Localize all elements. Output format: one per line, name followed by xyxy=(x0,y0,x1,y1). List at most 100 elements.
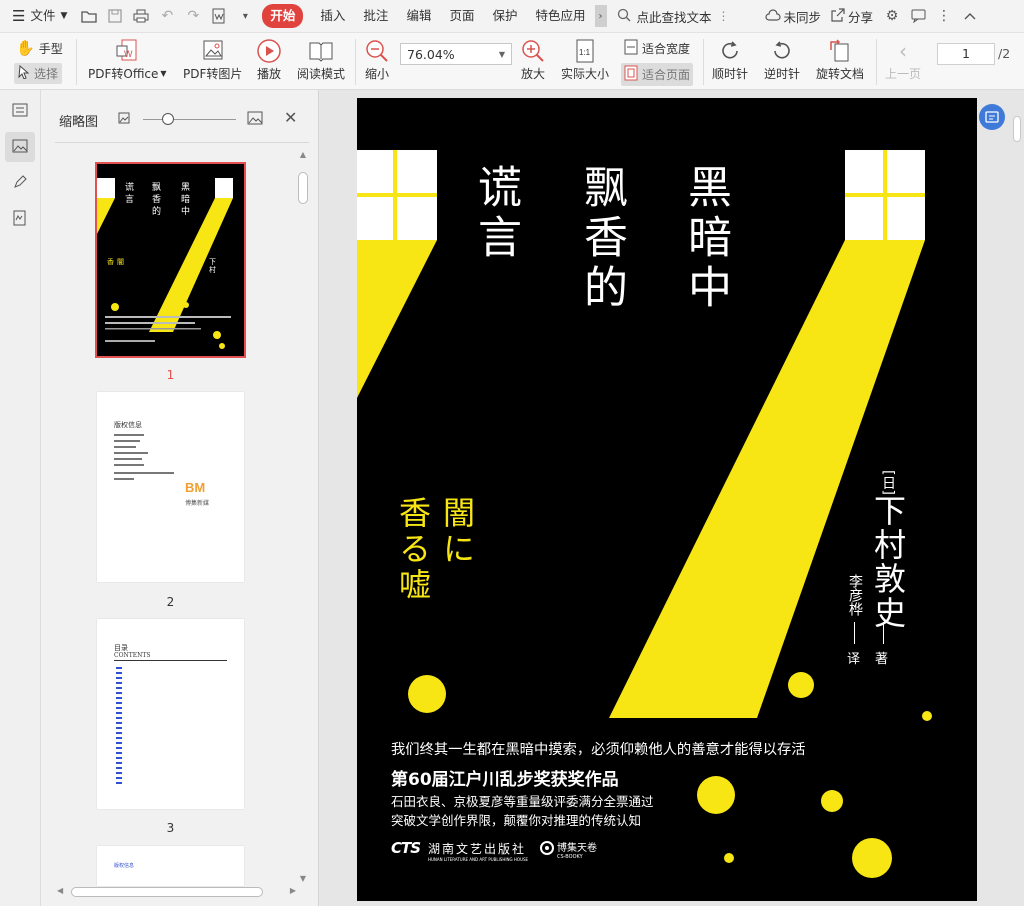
thumbnail-heading: 版权信息 xyxy=(114,421,142,429)
small-image-icon xyxy=(118,112,130,127)
scroll-up-icon[interactable]: ▲ xyxy=(296,150,310,159)
publisher-booky-logo: 博集天卷 CS-BOOKY xyxy=(540,839,597,860)
print-icon[interactable] xyxy=(128,4,154,28)
read-mode-button[interactable]: 阅读模式 xyxy=(297,37,345,82)
save-icon[interactable] xyxy=(102,4,128,28)
collapse-ribbon-icon[interactable] xyxy=(957,4,983,28)
ribbon-toolbar: ✋ 手型 选择 W PDF转Office ▼ PDF转图片 播放 阅读模式 缩小… xyxy=(0,33,1024,90)
rotate-document-button[interactable]: 旋转文档 xyxy=(816,37,864,82)
undo-icon[interactable]: ↶ xyxy=(154,4,180,28)
thumbnail-size-slider[interactable] xyxy=(143,119,236,120)
more-vertical-icon[interactable]: ⋮ xyxy=(718,9,730,23)
divider xyxy=(76,39,77,85)
cover-page: 黑暗中 飘香的 谎言 闇に 香る嘘 [日] 下村敦史 著 李彦桦 译 我们终其一… xyxy=(357,98,977,901)
tab-page[interactable]: 页面 xyxy=(440,4,483,28)
scroll-thumb[interactable] xyxy=(1013,116,1021,142)
select-tool-button[interactable]: 选择 xyxy=(14,63,63,84)
scroll-right-icon[interactable]: ▶ xyxy=(290,886,296,895)
tab-start[interactable]: 开始 xyxy=(262,4,304,28)
page-thumbnail-1[interactable]: 黑 暗 中 飘 香 的 谎 言 闇 香 下 村 xyxy=(95,162,246,358)
page-thumbnail-2[interactable]: 版权信息 BM 博集新媒 xyxy=(97,392,244,582)
tab-insert[interactable]: 插入 xyxy=(311,4,354,28)
hand-tool-button[interactable]: ✋ 手型 xyxy=(16,39,63,57)
menu-bar: ☰ 文件 ▼ ↶ ↷ ▾ 开始 插入 批注 编辑 页面 保护 特色应用 › 点此… xyxy=(0,0,1024,33)
award-headline: 第60届江户川乱步奖获奖作品 xyxy=(391,770,619,790)
settings-gear-icon[interactable]: ⚙ xyxy=(879,4,905,28)
sync-button[interactable]: 未同步 xyxy=(764,7,821,26)
svg-text:下: 下 xyxy=(209,258,216,266)
zoom-in-button[interactable]: 放大 xyxy=(520,37,546,82)
svg-text:的: 的 xyxy=(152,205,161,217)
scroll-left-icon[interactable]: ◀ xyxy=(57,886,63,895)
thumbnail-button[interactable] xyxy=(5,132,35,162)
svg-text:飘: 飘 xyxy=(152,182,161,193)
pdf-to-office-button[interactable]: W PDF转Office ▼ xyxy=(88,37,167,82)
play-button[interactable]: 播放 xyxy=(256,37,282,82)
thumbnail-panel: 缩略图 ✕ 黑 暗 中 飘 香 的 谎 言 闇 香 下 村 1 版权信息 BM … xyxy=(41,90,319,906)
horizontal-scrollbar[interactable]: ◀ ▶ xyxy=(53,885,298,899)
fit-width-button[interactable]: 适合宽度 xyxy=(624,39,690,58)
svg-text:W: W xyxy=(124,49,133,59)
japanese-title-line-2: 香る嘘 xyxy=(394,496,432,604)
scroll-thumb[interactable] xyxy=(298,172,308,204)
zoom-in-icon xyxy=(520,37,546,65)
more-vertical-icon[interactable]: ⋮ xyxy=(931,4,957,28)
slider-handle[interactable] xyxy=(162,113,174,125)
annotation-button[interactable] xyxy=(5,168,35,198)
document-scrollbar[interactable] xyxy=(1010,92,1024,906)
pdf-to-image-button[interactable]: PDF转图片 xyxy=(183,37,242,82)
tab-annotate[interactable]: 批注 xyxy=(354,4,397,28)
translator-role: 译 xyxy=(847,652,861,667)
previous-page-button[interactable]: ‹ 上一页 xyxy=(885,37,921,82)
page-thumbnail-3[interactable]: 目录 CONTENTS xyxy=(97,619,244,809)
hand-icon: ✋ xyxy=(16,39,35,57)
page-number-label-1: 1 xyxy=(166,368,175,382)
signature-button[interactable] xyxy=(5,204,35,234)
outline-button[interactable] xyxy=(5,96,35,126)
scroll-thumb-horizontal[interactable] xyxy=(71,887,263,897)
cover-tagline: 我们终其一生都在黑暗中摸索，必须仰赖他人的善意才能得以存活 xyxy=(391,742,806,758)
publisher-hunan-logo: 湖南文艺出版社 HUNAN LITERATURE AND ART PUBLISH… xyxy=(428,842,529,862)
redo-icon[interactable]: ↷ xyxy=(180,4,206,28)
tab-edit[interactable]: 编辑 xyxy=(397,4,440,28)
svg-text:谎: 谎 xyxy=(125,181,134,193)
translate-icon xyxy=(985,111,999,123)
close-icon[interactable]: ✕ xyxy=(284,108,297,127)
search-icon xyxy=(617,8,631,25)
zoom-out-button[interactable]: 缩小 xyxy=(364,37,390,82)
more-dropdown-icon[interactable]: ▾ xyxy=(232,4,258,28)
page-thumbnail-4[interactable]: 版权信息 xyxy=(97,846,244,886)
chevron-down-icon: ▼ xyxy=(498,49,505,59)
svg-text:言: 言 xyxy=(125,193,134,205)
rotate-clockwise-icon xyxy=(717,37,743,65)
rotate-counterclockwise-icon xyxy=(769,37,795,65)
svg-text:1:1: 1:1 xyxy=(579,48,591,57)
share-button[interactable]: 分享 xyxy=(831,7,873,26)
image-icon xyxy=(12,139,28,156)
vertical-scrollbar[interactable]: ▲ ▼ xyxy=(296,150,310,885)
tab-scroll-button[interactable]: › xyxy=(594,5,607,27)
tab-special[interactable]: 特色应用 xyxy=(526,4,594,28)
zoom-select[interactable]: 76.04% ▼ xyxy=(400,43,512,65)
tab-protect[interactable]: 保护 xyxy=(483,4,526,28)
rotate-document-icon xyxy=(827,37,853,65)
open-folder-icon[interactable] xyxy=(76,4,102,28)
search-box[interactable]: 点此查找文本 ⋮ xyxy=(617,7,747,26)
divider xyxy=(703,39,704,85)
large-image-icon xyxy=(247,111,263,128)
cover-title-line-3: 谎言 xyxy=(470,164,521,264)
rotate-clockwise-button[interactable]: 顺时针 xyxy=(712,37,748,82)
actual-size-button[interactable]: 1:1 实际大小 xyxy=(561,37,609,82)
cover-thumbnail-art: 黑 暗 中 飘 香 的 谎 言 闇 香 下 村 xyxy=(97,164,244,356)
divider xyxy=(355,39,356,85)
rotate-counterclockwise-button[interactable]: 逆时针 xyxy=(764,37,800,82)
scroll-down-icon[interactable]: ▼ xyxy=(296,874,310,883)
page-number-input[interactable]: 1 xyxy=(937,43,995,65)
search-placeholder: 点此查找文本 xyxy=(636,9,712,25)
convert-icon[interactable] xyxy=(206,4,232,28)
message-icon[interactable] xyxy=(905,4,931,28)
share-icon xyxy=(831,7,845,25)
floating-tool-button[interactable] xyxy=(979,104,1005,130)
fit-page-button[interactable]: 适合页面 xyxy=(621,63,694,86)
file-menu[interactable]: ☰ 文件 ▼ xyxy=(0,4,76,28)
